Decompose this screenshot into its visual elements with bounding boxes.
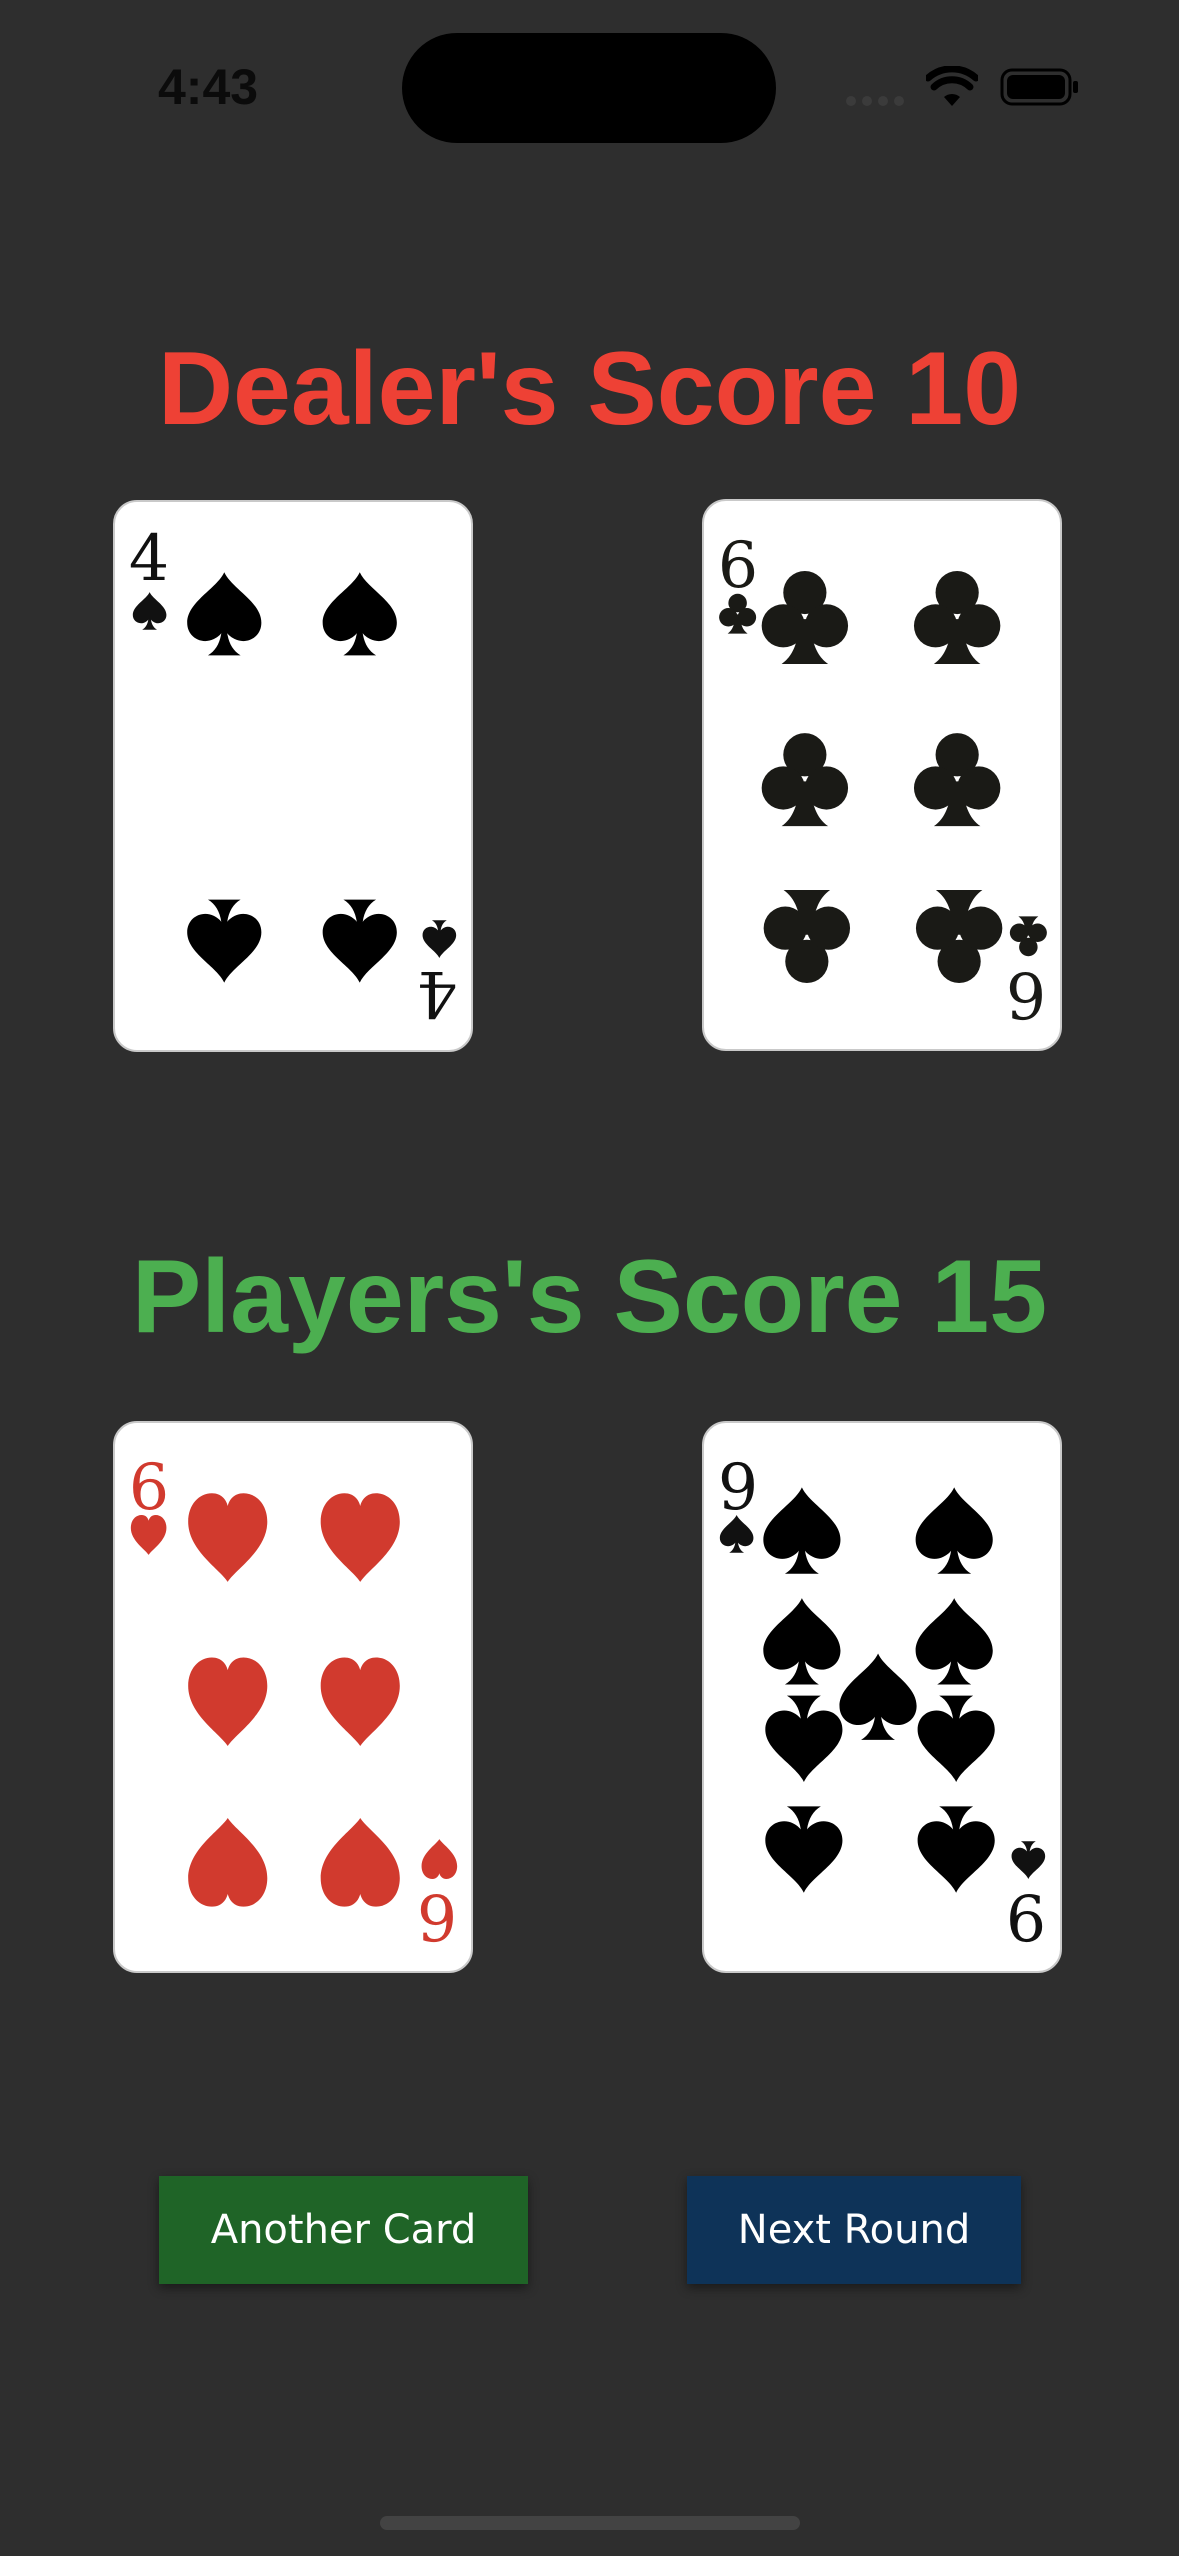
card-rank: 6: [129, 1450, 169, 1524]
player-card-2: 9 9: [702, 1421, 1062, 1973]
home-indicator[interactable]: [380, 2516, 800, 2530]
dealer-card-1: 4 4: [113, 500, 473, 1052]
card-rank: 4: [129, 521, 169, 595]
player-card-1: 6 6: [113, 1421, 473, 1973]
playing-card-9-of-spades: 9 9: [718, 1450, 1046, 1954]
dealer-card-2: 6 6: [702, 499, 1062, 1051]
playing-card-6-of-hearts: 6 6: [129, 1450, 458, 1954]
dealer-score: Dealer's Score 10: [157, 331, 1022, 447]
dynamic-island: [402, 33, 776, 143]
card-rank-inverted: 4: [417, 957, 457, 1031]
player-score: Players's Score 15: [131, 1239, 1048, 1355]
card-rank-inverted: 9: [1006, 1880, 1046, 1954]
card-rank-inverted: 6: [417, 1880, 457, 1954]
playing-card-6-of-clubs: 6 6: [718, 528, 1047, 1032]
wifi-icon: [926, 66, 978, 106]
card-rank: 6: [718, 528, 758, 602]
another-card-button[interactable]: Another Card: [159, 2176, 528, 2284]
card-rank: 9: [718, 1450, 758, 1524]
signal-dots-icon: [846, 96, 904, 106]
playing-card-4-of-spades: 4 4: [129, 521, 457, 1031]
battery-icon: [1000, 68, 1078, 106]
card-rank-inverted: 6: [1006, 958, 1046, 1032]
next-round-button[interactable]: Next Round: [687, 2176, 1021, 2284]
status-time: 4:43: [158, 59, 259, 115]
